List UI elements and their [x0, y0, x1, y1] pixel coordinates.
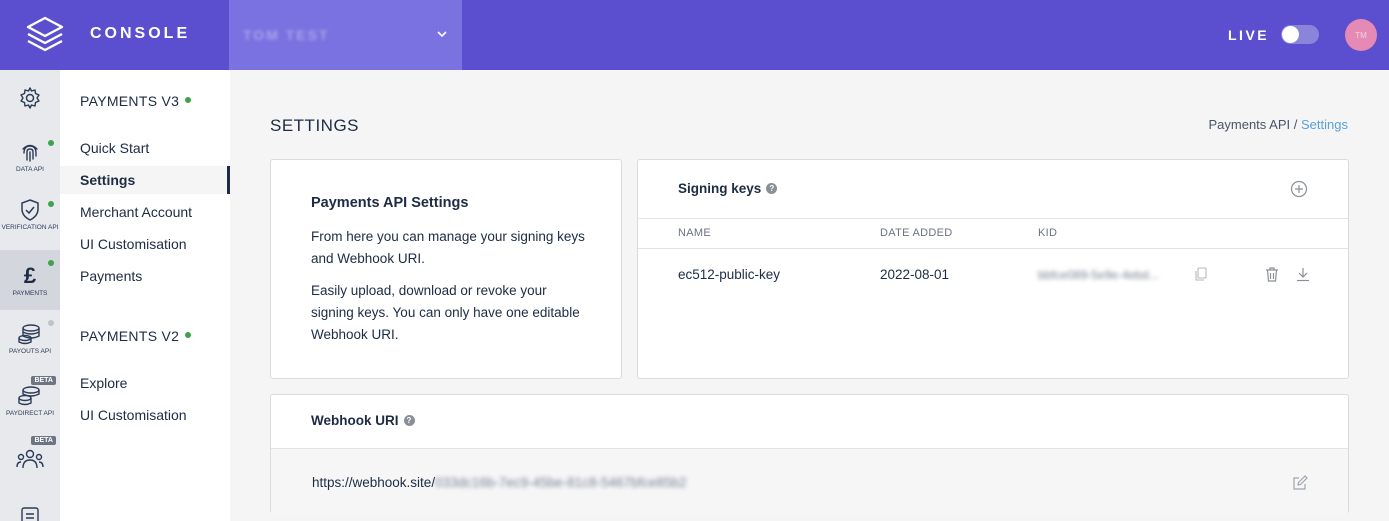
brand[interactable]: CONSOLE	[0, 0, 229, 70]
breadcrumb: Payments API / Settings	[1208, 117, 1348, 132]
rail-label: VERIFICATION API	[1, 224, 59, 231]
webhook-url-token: 033dc16b-7ec9-45be-81c8-5467bfce85b2	[435, 475, 687, 490]
gear-icon	[20, 87, 40, 109]
breadcrumb-current[interactable]: Settings	[1301, 117, 1348, 132]
sub-navigation: PAYMENTS V3 Quick Start Settings Merchan…	[60, 70, 230, 521]
webhook-field: https://webhook.site/033dc16b-7ec9-45be-…	[271, 448, 1348, 514]
copy-icon[interactable]	[1194, 267, 1208, 282]
beta-badge: BETA	[31, 376, 56, 385]
status-dot	[48, 260, 54, 266]
heading-label: PAYMENTS V3	[80, 93, 180, 109]
account-selector[interactable]: TOM TEST	[229, 0, 462, 70]
settings-info-card: Payments API Settings From here you can …	[270, 159, 622, 379]
fingerprint-icon	[22, 144, 38, 162]
document-icon	[21, 507, 39, 521]
column-header-name: NAME	[678, 227, 711, 239]
rail-label: PAYOUTS API	[8, 348, 52, 355]
live-label: LIVE	[1228, 27, 1270, 43]
info-paragraph: Easily upload, download or revoke your s…	[311, 283, 580, 342]
rail-item-paydirect-api[interactable]: BETA PAYDIRECT API	[0, 376, 60, 422]
page-title: SETTINGS	[270, 116, 360, 135]
rail-item-data-api[interactable]: DATA API	[0, 140, 60, 182]
coins-icon	[18, 324, 40, 345]
keys-table-header: NAME DATE ADDED KID	[638, 218, 1348, 249]
rail-item-docs[interactable]	[0, 506, 60, 521]
payments-v3-heading: PAYMENTS V3	[80, 93, 192, 109]
svg-text:£: £	[24, 263, 37, 288]
subnav-item-explore[interactable]: Explore	[60, 369, 230, 397]
icon-rail: DATA API VERIFICATION API £ PAYMENTS PAY…	[0, 70, 60, 521]
subnav-item-settings[interactable]: Settings	[60, 166, 230, 194]
coins-stack-icon	[18, 386, 40, 406]
subnav-item-ui-customisation-v2[interactable]: UI Customisation	[60, 401, 230, 429]
chevron-down-icon	[437, 31, 447, 38]
add-key-icon[interactable]	[1290, 180, 1308, 198]
breadcrumb-parent[interactable]: Payments API	[1208, 117, 1290, 132]
status-dot	[185, 332, 192, 339]
trash-icon[interactable]	[1265, 267, 1279, 282]
help-icon[interactable]: ?	[766, 182, 778, 194]
app-title: CONSOLE	[90, 25, 191, 42]
rail-item-users[interactable]: BETA	[0, 436, 60, 472]
subnav-item-ui-customisation[interactable]: UI Customisation	[60, 230, 230, 258]
subnav-item-merchant-account[interactable]: Merchant Account	[60, 198, 230, 226]
webhook-card: Webhook URI? https://webhook.site/033dc1…	[270, 394, 1349, 514]
webhook-title: Webhook URI?	[311, 413, 415, 428]
rail-label: PAYDIRECT API	[5, 410, 55, 417]
rail-item-verification-api[interactable]: VERIFICATION API	[0, 198, 60, 240]
account-name: TOM TEST	[243, 27, 330, 43]
toggle-knob	[1282, 26, 1299, 43]
status-dot	[185, 97, 192, 104]
heading-label: PAYMENTS V2	[80, 328, 180, 344]
subnav-item-payments[interactable]: Payments	[60, 262, 230, 290]
users-icon	[16, 449, 44, 469]
key-kid: bbfce089-5e9e-4ebd...	[1038, 268, 1159, 282]
webhook-url: https://webhook.site/033dc16b-7ec9-45be-…	[312, 475, 687, 490]
help-icon[interactable]: ?	[403, 414, 415, 426]
column-header-date: DATE ADDED	[880, 227, 953, 239]
title-text: Webhook URI	[311, 413, 399, 428]
top-bar: CONSOLE TOM TEST LIVE TM	[0, 0, 1389, 70]
signing-keys-card: Signing keys? NAME DATE ADDED KID ec512-…	[637, 159, 1349, 379]
live-toggle[interactable]	[1281, 25, 1319, 44]
column-header-kid: KID	[1038, 227, 1058, 239]
status-dot	[48, 140, 54, 146]
logo-icon	[26, 16, 64, 52]
status-dot	[48, 201, 54, 207]
shield-check-icon	[21, 199, 39, 221]
download-icon[interactable]	[1296, 267, 1310, 282]
webhook-url-prefix: https://webhook.site/	[312, 475, 436, 490]
breadcrumb-separator: /	[1293, 117, 1298, 132]
signing-keys-title: Signing keys?	[678, 181, 778, 196]
subnav-item-quick-start[interactable]: Quick Start	[60, 134, 230, 162]
edit-icon[interactable]	[1292, 475, 1308, 491]
key-date: 2022-08-01	[880, 267, 950, 282]
payments-v2-heading: PAYMENTS V2	[80, 328, 192, 344]
beta-badge: BETA	[31, 436, 56, 445]
title-text: Signing keys	[678, 181, 762, 196]
rail-item-payments[interactable]: £ PAYMENTS	[0, 250, 60, 310]
rail-item-payouts-api[interactable]: PAYOUTS API	[0, 320, 60, 362]
rail-label: PAYMENTS	[12, 290, 48, 297]
rail-label: DATA API	[16, 166, 44, 173]
info-card-title: Payments API Settings	[311, 195, 469, 211]
rail-item-settings[interactable]	[0, 86, 60, 116]
info-paragraph: From here you can manage your signing ke…	[311, 229, 585, 266]
pound-icon: £	[24, 263, 37, 288]
avatar[interactable]: TM	[1345, 19, 1377, 51]
key-name: ec512-public-key	[678, 267, 781, 282]
table-row: ec512-public-key 2022-08-01 bbfce089-5e9…	[638, 260, 1348, 290]
status-dot	[48, 320, 54, 326]
